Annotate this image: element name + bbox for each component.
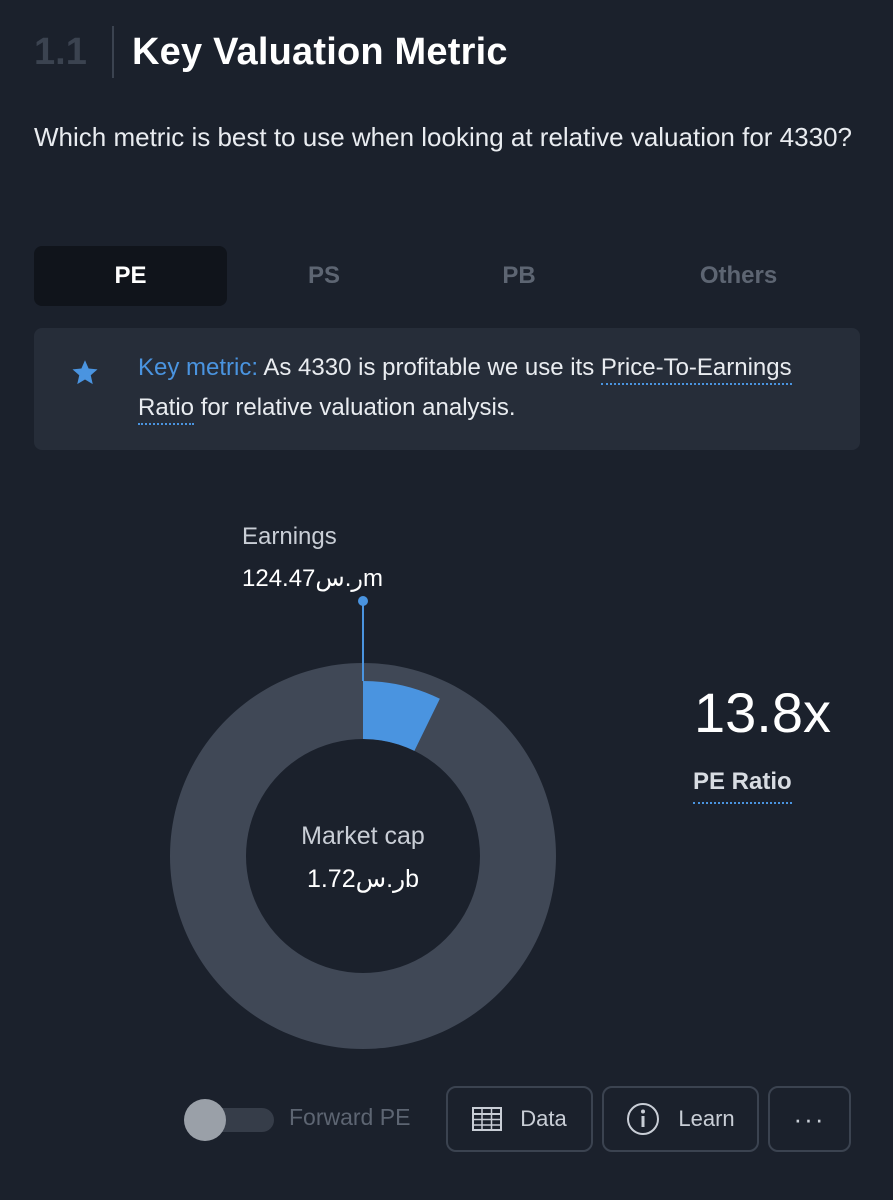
tab-others[interactable]: Others [617, 246, 860, 306]
key-metric-label: Key metric: [138, 354, 259, 381]
market-cap-value: 1.72ر.سb [307, 865, 419, 893]
metric-tabs: PE PS PB Others [34, 246, 860, 306]
tab-ps[interactable]: PS [227, 246, 421, 306]
market-cap-slice[interactable] [169, 663, 556, 1049]
more-icon: ··· [793, 1103, 826, 1134]
data-button[interactable]: Data [446, 1086, 593, 1152]
section-header: 1.1 Key Valuation Metric [34, 24, 508, 80]
toggle-knob [184, 1099, 226, 1141]
pe-ratio-label[interactable]: PE Ratio [693, 768, 792, 804]
pe-ratio-value: 13.8x [694, 681, 831, 744]
tab-pe[interactable]: PE [34, 246, 227, 306]
tab-pb[interactable]: PB [421, 246, 617, 306]
learn-button[interactable]: Learn [602, 1086, 759, 1152]
learn-button-label: Learn [678, 1106, 735, 1131]
earnings-label: Earnings [242, 523, 337, 550]
earnings-value: 124.47ر.سm [242, 565, 383, 592]
market-cap-label: Market cap [301, 822, 425, 850]
data-button-label: Data [520, 1106, 567, 1131]
key-metric-card: Key metric: As 4330 is profitable we use… [34, 328, 860, 450]
key-metric-text-part1: As 4330 is profitable we use its [258, 354, 601, 381]
page-title: Key Valuation Metric [132, 30, 508, 73]
key-metric-text: Key metric: As 4330 is profitable we use… [138, 348, 838, 428]
key-metric-text-part2: for relative valuation analysis. [194, 394, 516, 421]
earnings-callout-dot [358, 596, 368, 606]
section-number: 1.1 [34, 30, 87, 73]
more-options-button[interactable]: ··· [768, 1086, 851, 1152]
star-icon [72, 360, 98, 385]
table-icon [472, 1107, 503, 1131]
chart-toolbar: Forward PE Data Learn ··· [0, 1086, 893, 1154]
forward-pe-label: Forward PE [289, 1104, 411, 1130]
forward-pe-toggle[interactable] [184, 1099, 274, 1141]
header-divider [112, 26, 114, 78]
info-icon [627, 1103, 660, 1135]
question-text: Which metric is best to use when looking… [34, 122, 852, 152]
